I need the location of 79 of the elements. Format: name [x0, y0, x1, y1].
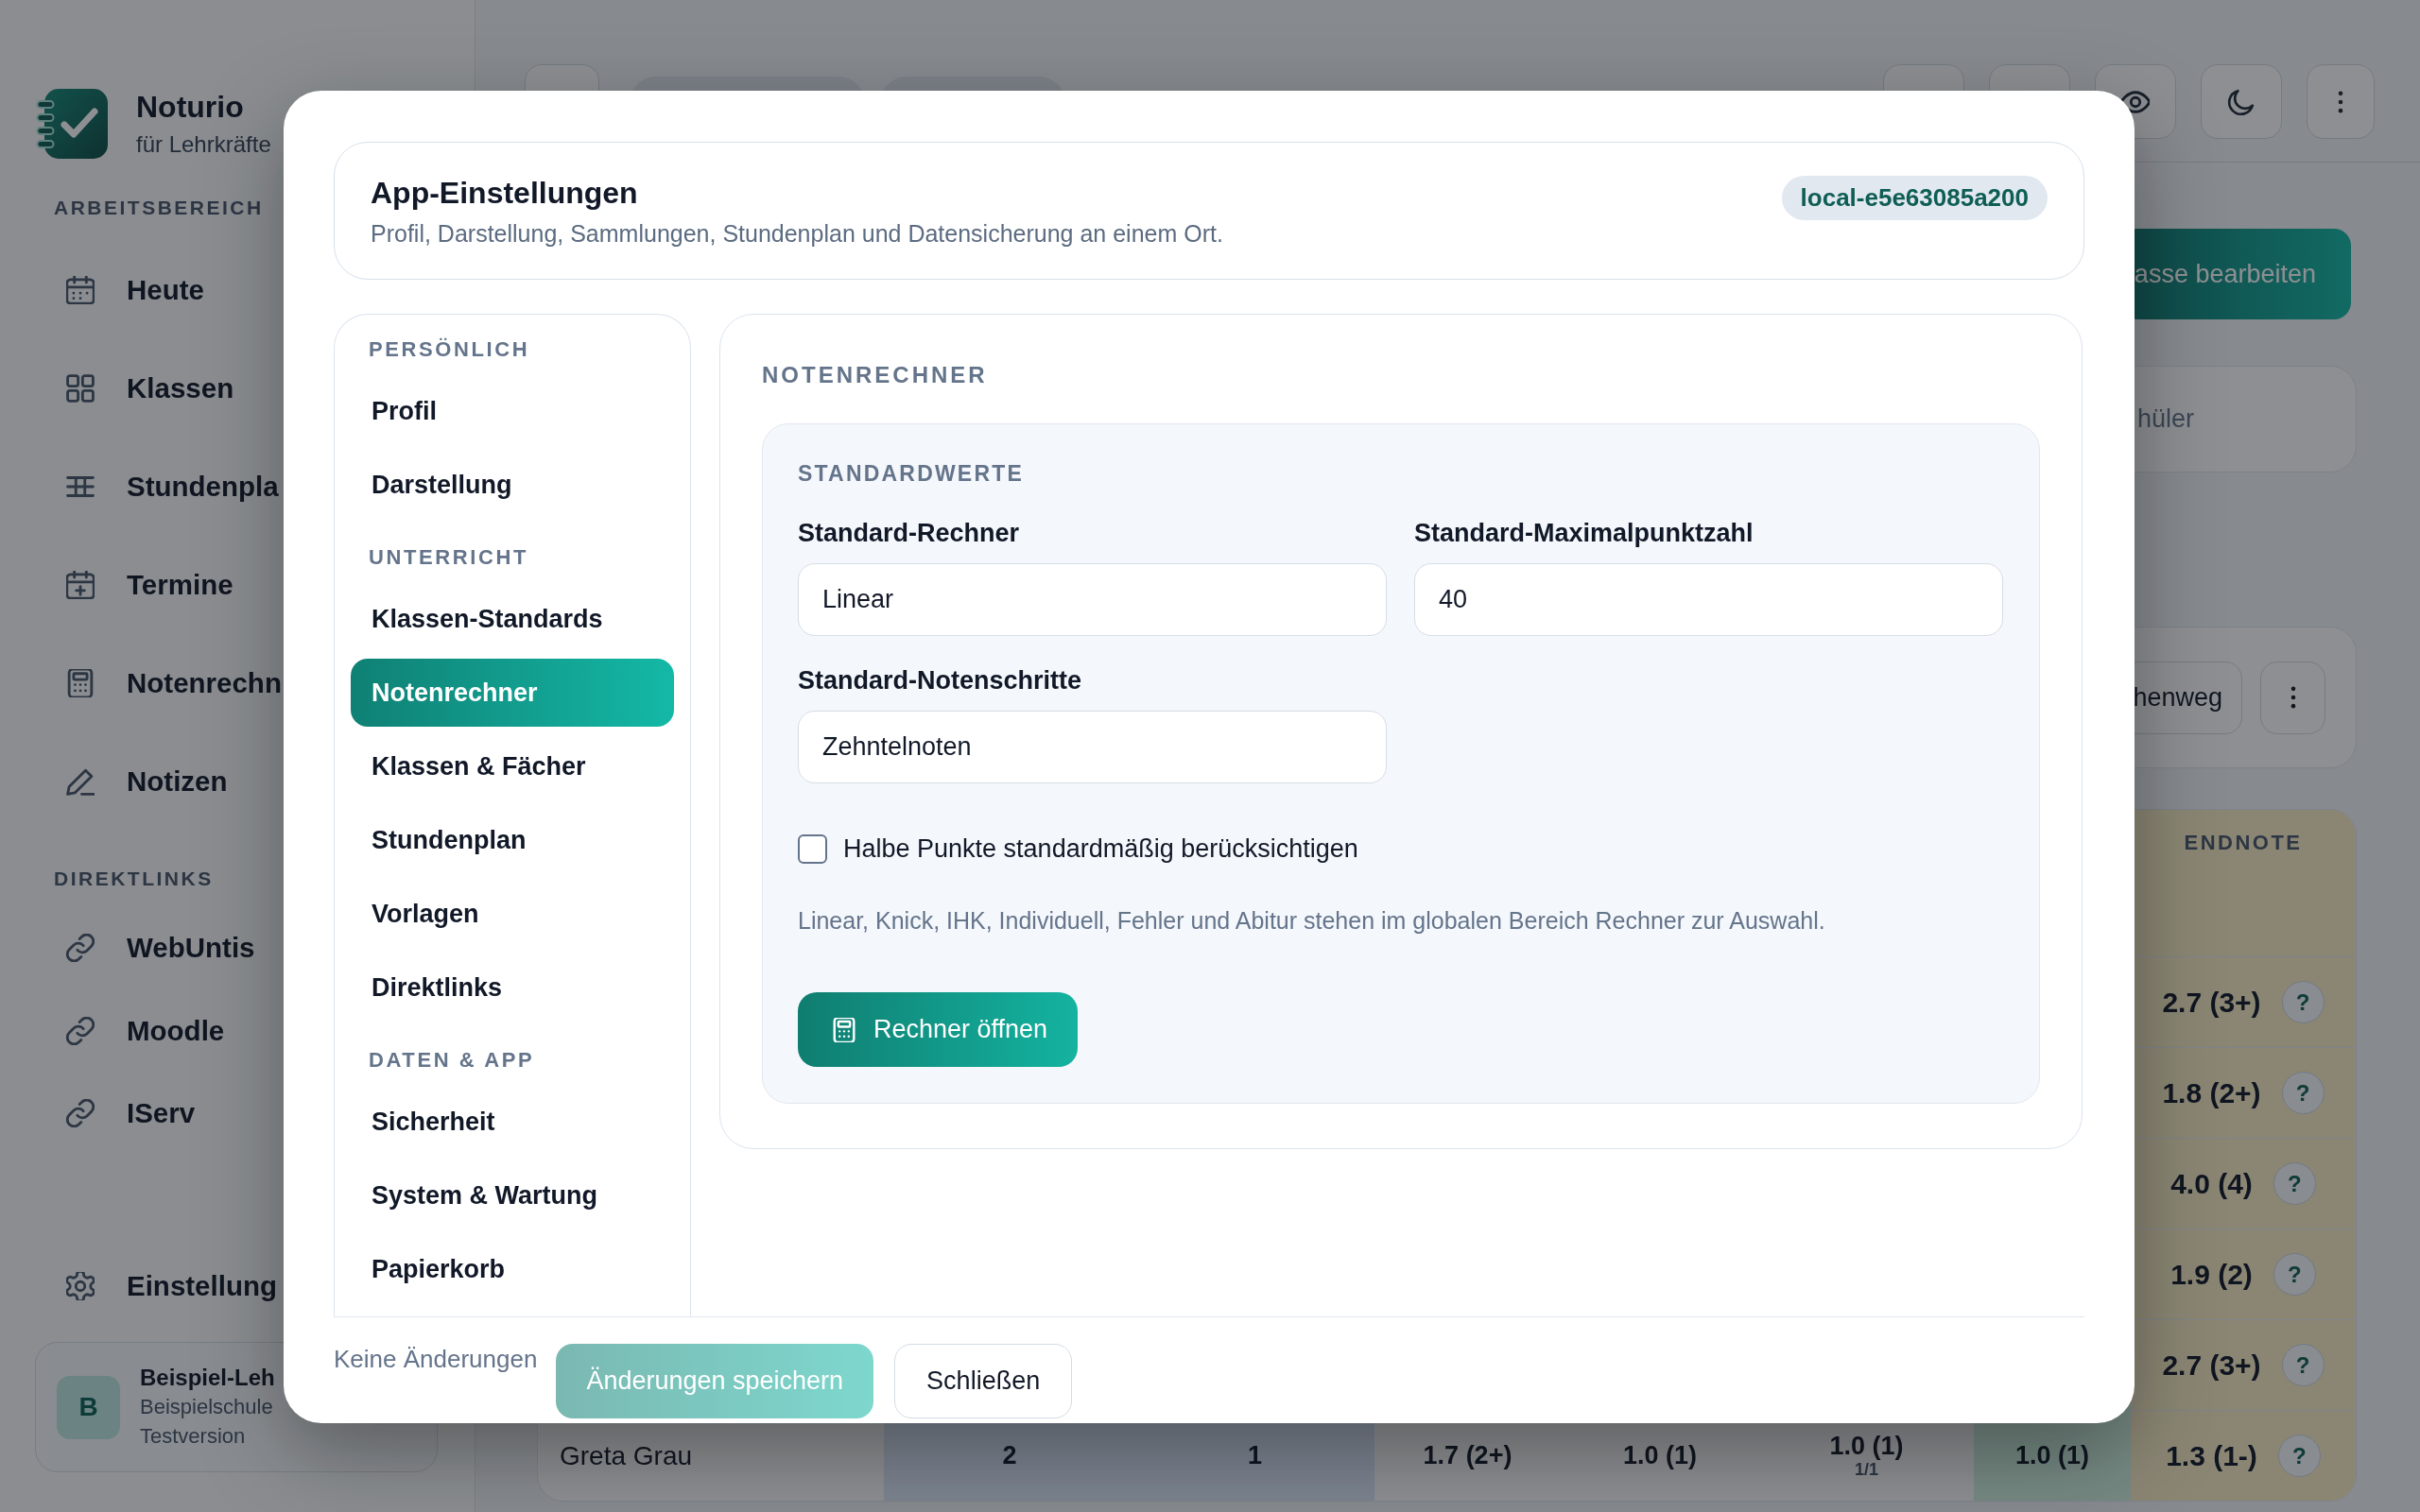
calculator-button[interactable]: Rechner öffnen: [798, 992, 1079, 1067]
nav-item[interactable]: Stundenpla: [35, 444, 283, 529]
help-button[interactable]: ?: [2281, 1344, 2325, 1386]
help-button[interactable]: ?: [2281, 981, 2325, 1023]
section-title: NOTENRECHNER: [762, 362, 988, 388]
settings-nav-item[interactable]: Darstellung: [351, 451, 674, 519]
input-field[interactable]: Linear: [798, 563, 1387, 636]
section-heading: PERSÖNLICH: [368, 336, 530, 363]
table-cell-text: 1.7 (2+): [1422, 1440, 1513, 1471]
more-icon: [2290, 686, 2296, 709]
calendar-icon: [66, 276, 95, 304]
nav-item[interactable]: Klassen: [35, 346, 238, 431]
settings-nav-item[interactable]: Notenrechner: [351, 659, 674, 727]
card-label: hüler: [2136, 404, 2194, 434]
final-grade: 1.8 (2+): [2162, 1076, 2261, 1109]
moon-icon: [2228, 88, 2255, 115]
field-label: Standard-Maximalpunktzahl: [1414, 518, 1754, 548]
settings-nav-item[interactable]: System & Wartung: [351, 1161, 674, 1229]
section-heading: ARBEITSBEREICH: [54, 196, 264, 220]
help-text: Linear, Knick, IHK, Individuell, Fehler und Abitur stehen im globalen Bereich Rechner zur Auswahl.: [798, 906, 1825, 936]
settings-nav-item[interactable]: Klassen-Standards: [351, 585, 674, 653]
avatar: B: [57, 1375, 120, 1439]
school-name: Beispielschule: [140, 1394, 274, 1420]
help-button[interactable]: ?: [2273, 1253, 2316, 1296]
grid-icon: [66, 374, 95, 403]
nav-item[interactable]: Notizen: [35, 739, 232, 824]
table-cell-text: 1.0 (1): [1621, 1440, 1698, 1471]
final-grade: 1.3 (1-): [2166, 1439, 2257, 1472]
nav-item[interactable]: Einstellung: [35, 1244, 281, 1329]
section-heading: DATEN & APP: [368, 1047, 535, 1074]
group-title: STANDARDWERTE: [798, 460, 1024, 487]
checkbox[interactable]: [798, 833, 827, 864]
input-field[interactable]: Zehntelnoten: [798, 711, 1387, 783]
nav-item[interactable]: Termine: [35, 542, 237, 627]
plan-label: Testversion: [140, 1423, 247, 1450]
table-cell-text: Greta Grau: [559, 1439, 694, 1472]
link-icon: [66, 934, 95, 962]
more-icon: [2338, 90, 2343, 113]
section-heading: DIREKTLINKS: [54, 867, 214, 891]
checkbox-label[interactable]: Halbe Punkte standardmäßig berücksichtigen: [843, 833, 1358, 864]
app-name: Noturio: [136, 90, 245, 124]
link-item[interactable]: WebUntis: [35, 912, 259, 984]
nav-item[interactable]: Notenrechn: [35, 641, 285, 726]
help-button[interactable]: ?: [2281, 1072, 2325, 1114]
section-heading: UNTERRICHT: [368, 544, 528, 571]
settings-nav-item[interactable]: Direktlinks: [351, 954, 674, 1022]
table-cell-text: 1.0 (1) 1/1: [1828, 1430, 1905, 1482]
final-grade: 1.9 (2): [2170, 1258, 2253, 1291]
settings-nav-item[interactable]: Stundenplan: [351, 806, 674, 874]
settings-nav-item[interactable]: Sicherheit: [351, 1088, 674, 1156]
input-field[interactable]: 40: [1414, 563, 2003, 636]
settings-nav-item[interactable]: Papierkorb: [351, 1235, 674, 1303]
field-label: Standard-Notenschritte: [798, 665, 1082, 696]
close-button[interactable]: Schließen: [894, 1344, 1073, 1418]
final-grade: 2.7 (3+): [2162, 986, 2261, 1019]
final-grade: 4.0 (4): [2170, 1167, 2253, 1200]
dialog-title: App-Einstellungen: [371, 175, 639, 211]
link-item[interactable]: Moodle: [35, 994, 229, 1067]
pencil-icon: [66, 767, 95, 796]
logo-icon: [36, 89, 108, 159]
link-icon: [66, 1016, 95, 1045]
settings-icon: [66, 1272, 95, 1300]
final-grade: 2.7 (3+): [2162, 1349, 2261, 1382]
settings-nav-item[interactable]: Klassen & Fächer: [351, 732, 674, 800]
field-label: Standard-Rechner: [798, 518, 1020, 548]
calculator-icon: [66, 669, 95, 697]
user-name: Beispiel-Leh: [140, 1364, 275, 1392]
app-tagline: für Lehrkräfte: [136, 131, 271, 158]
help-button[interactable]: ?: [2277, 1435, 2321, 1477]
settings-nav-item[interactable]: Profil: [351, 377, 674, 445]
id-badge: local-e5e63085a200: [1781, 176, 2048, 220]
calculator-icon: [832, 1017, 856, 1042]
help-button[interactable]: ?: [2273, 1162, 2316, 1205]
link-item[interactable]: IServ: [35, 1077, 199, 1149]
dialog-subtitle: Profil, Darstellung, Sammlungen, Stundenplan und Datensicherung an einem Ort.: [371, 219, 1223, 249]
settings-nav-item[interactable]: Vorlagen: [351, 880, 674, 948]
calendar-plus-icon: [66, 571, 95, 599]
link-icon: [66, 1099, 95, 1127]
nav-item[interactable]: Heute: [35, 248, 208, 333]
